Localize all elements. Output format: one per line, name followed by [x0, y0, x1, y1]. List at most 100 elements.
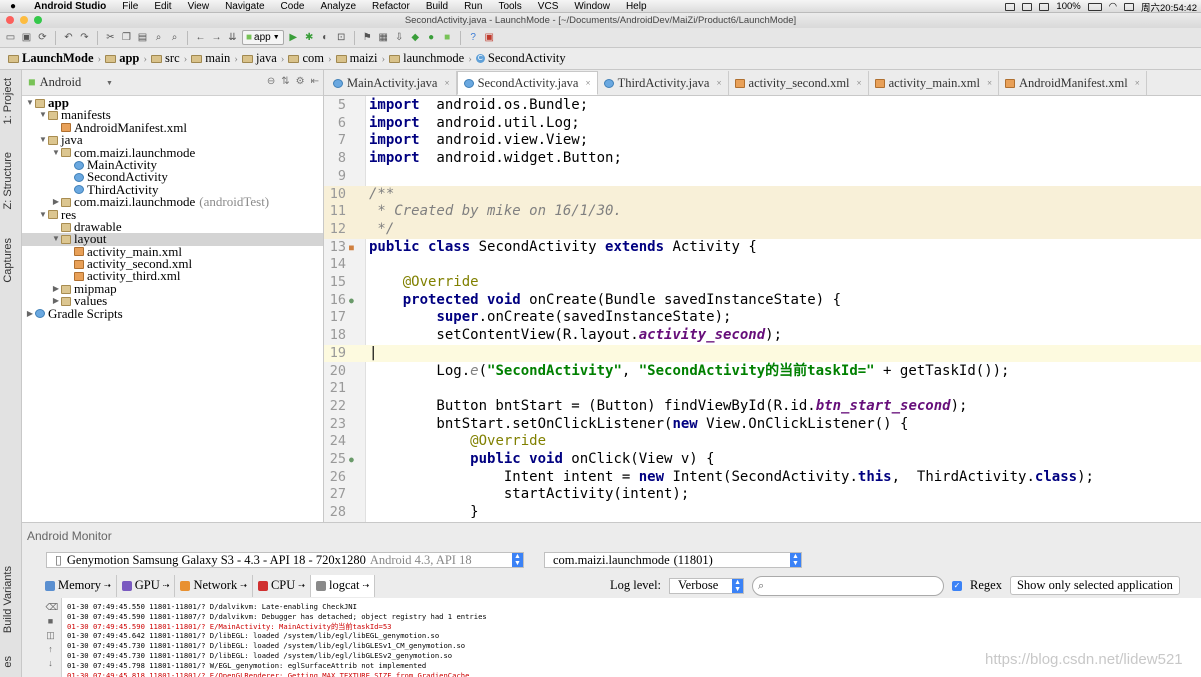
expanded-arrow-icon[interactable]: ▼ — [51, 233, 61, 245]
replace-icon[interactable]: ⌕ — [168, 31, 181, 44]
collapsed-arrow-icon[interactable]: ▶ — [25, 308, 35, 320]
arrow-up-icon[interactable]: ↑ — [46, 645, 56, 654]
tree-item[interactable]: ▶ mipmap — [22, 282, 323, 295]
redo-icon[interactable]: ↷ — [78, 31, 91, 44]
plugin-icon[interactable]: ▣ — [483, 31, 496, 44]
help-icon[interactable]: ? — [467, 31, 480, 44]
menu-vcs[interactable]: VCS — [530, 1, 567, 12]
sdk-manager-icon[interactable]: ⇩ — [393, 31, 406, 44]
close-icon[interactable]: × — [857, 78, 862, 88]
collapsed-arrow-icon[interactable]: ▶ — [51, 196, 61, 208]
sync-icon[interactable]: ⊖ — [267, 76, 275, 87]
tab-favorites-toolwindow[interactable]: es — [2, 656, 14, 668]
editor-tab[interactable]: AndroidManifest.xml × — [999, 71, 1147, 95]
device-monitor-icon[interactable]: ◆ — [409, 31, 422, 44]
project-structure-icon[interactable]: ⚑ — [361, 31, 374, 44]
breadcrumb-item[interactable]: maizi — [332, 51, 382, 66]
hide-icon[interactable]: ⇤ — [311, 76, 319, 87]
avd-manager-icon[interactable]: ▦ — [377, 31, 390, 44]
expanded-arrow-icon[interactable]: ▼ — [38, 134, 48, 146]
tree-item[interactable]: ▶ Gradle Scripts — [22, 306, 323, 320]
profile-icon[interactable]: ◐ — [319, 31, 332, 44]
menu-view[interactable]: View — [180, 1, 218, 12]
tree-item[interactable]: drawable — [22, 220, 323, 233]
breadcrumb-item[interactable]: main — [187, 51, 234, 66]
log-search-input[interactable]: ⌕ — [752, 575, 945, 596]
menu-tools[interactable]: Tools — [490, 1, 529, 12]
tree-item[interactable]: ▼ com.maizi.launchmode — [22, 145, 323, 159]
display-icon[interactable] — [1022, 2, 1033, 11]
breadcrumb-item[interactable]: com — [284, 51, 328, 66]
editor-tab[interactable]: SecondActivity.java × — [456, 71, 598, 95]
tab-network[interactable]: Network ⇢ — [175, 574, 253, 597]
run-config-select[interactable]: ■ app ▼ — [242, 30, 284, 45]
close-window-button[interactable] — [6, 16, 14, 24]
tree-item[interactable]: activity_third.xml — [22, 269, 323, 283]
tab-captures-toolwindow[interactable]: Captures — [2, 238, 14, 283]
device-select[interactable]: ▯ Genymotion Samsung Galaxy S3 - 4.3 - A… — [46, 552, 524, 568]
expanded-arrow-icon[interactable]: ▼ — [25, 97, 35, 109]
menu-build[interactable]: Build — [418, 1, 456, 12]
tab-project-toolwindow[interactable]: 1: Project — [2, 78, 14, 124]
editor-tab[interactable]: activity_main.xml × — [869, 71, 1000, 95]
tree-item[interactable]: ▼ res — [22, 207, 323, 221]
collapse-icon[interactable]: ⇅ — [281, 76, 289, 87]
zoom-window-button[interactable] — [34, 16, 42, 24]
gear-icon[interactable]: ⚙ — [296, 76, 305, 87]
tab-structure-toolwindow[interactable]: Z: Structure — [2, 152, 14, 209]
wifi-icon[interactable]: ◠ — [1109, 1, 1117, 12]
breadcrumb-item[interactable]: LaunchMode — [4, 51, 98, 66]
paste-icon[interactable]: ▤ — [136, 31, 149, 44]
tab-gpu[interactable]: GPU ⇢ — [117, 574, 176, 597]
stop-icon[interactable]: ■ — [46, 617, 56, 626]
attach-debugger-icon[interactable]: ⊡ — [335, 31, 348, 44]
breadcrumb-item[interactable]: C SecondActivity — [472, 51, 570, 66]
menu-navigate[interactable]: Navigate — [217, 1, 272, 12]
make-project-icon[interactable]: ⇊ — [226, 31, 239, 44]
close-icon[interactable]: × — [1135, 78, 1140, 88]
open-icon[interactable]: ▭ — [4, 31, 17, 44]
android-icon[interactable]: ■ — [441, 31, 454, 44]
clock[interactable]: 周六20:54:42 — [1141, 0, 1197, 14]
menu-window[interactable]: Window — [566, 1, 618, 12]
filter-config-select[interactable]: Show only selected application — [1009, 576, 1180, 595]
close-icon[interactable]: × — [445, 78, 450, 88]
menu-app-name[interactable]: Android Studio — [26, 1, 114, 12]
menu-code[interactable]: Code — [273, 1, 313, 12]
apple-icon[interactable]: ● — [0, 1, 26, 12]
regex-checkbox[interactable]: ✓ — [952, 580, 963, 591]
run-icon[interactable]: ▶ — [287, 31, 300, 44]
editor-tab[interactable]: ThirdActivity.java × — [598, 71, 729, 95]
sync-icon[interactable] — [1039, 2, 1050, 11]
find-icon[interactable]: ⌕ — [152, 31, 165, 44]
chevron-down-icon[interactable]: ▼ — [106, 79, 113, 87]
close-icon[interactable]: × — [716, 78, 721, 88]
override-gutter-icon[interactable]: ● — [349, 292, 354, 310]
undo-icon[interactable]: ↶ — [62, 31, 75, 44]
tab-logcat[interactable]: logcat ⇢ — [310, 574, 376, 597]
menu-file[interactable]: File — [114, 1, 146, 12]
expanded-arrow-icon[interactable]: ▼ — [38, 109, 48, 121]
breadcrumb-item[interactable]: src — [147, 51, 184, 66]
screenshot-icon[interactable]: ◫ — [46, 631, 56, 640]
breadcrumb-item[interactable]: app — [101, 51, 143, 66]
camera-icon[interactable] — [1005, 2, 1016, 11]
tab-cpu[interactable]: CPU ⇢ — [253, 574, 311, 597]
menu-analyze[interactable]: Analyze — [312, 1, 364, 12]
menu-refactor[interactable]: Refactor — [364, 1, 418, 12]
back-icon[interactable]: ← — [194, 31, 207, 44]
tab-build-variants-toolwindow[interactable]: Build Variants — [2, 566, 14, 633]
gradle-sync-icon[interactable]: ● — [425, 31, 438, 44]
process-select[interactable]: com.maizi.launchmode (11801) ▲ ▼ — [544, 552, 802, 568]
expanded-arrow-icon[interactable]: ▼ — [51, 147, 61, 159]
tab-memory[interactable]: Memory ⇢ — [40, 574, 117, 597]
input-method-icon[interactable] — [1124, 2, 1135, 11]
menu-edit[interactable]: Edit — [146, 1, 179, 12]
forward-icon[interactable]: → — [210, 31, 223, 44]
copy-icon[interactable]: ❐ — [120, 31, 133, 44]
minimize-window-button[interactable] — [20, 16, 28, 24]
code-area[interactable]: 5 import android.os.Bundle; 6 import androi… — [324, 96, 1201, 522]
breadcrumb-item[interactable]: launchmode — [385, 51, 468, 66]
sync-icon[interactable]: ⟳ — [36, 31, 49, 44]
trash-icon[interactable]: ⌫ — [46, 603, 59, 612]
